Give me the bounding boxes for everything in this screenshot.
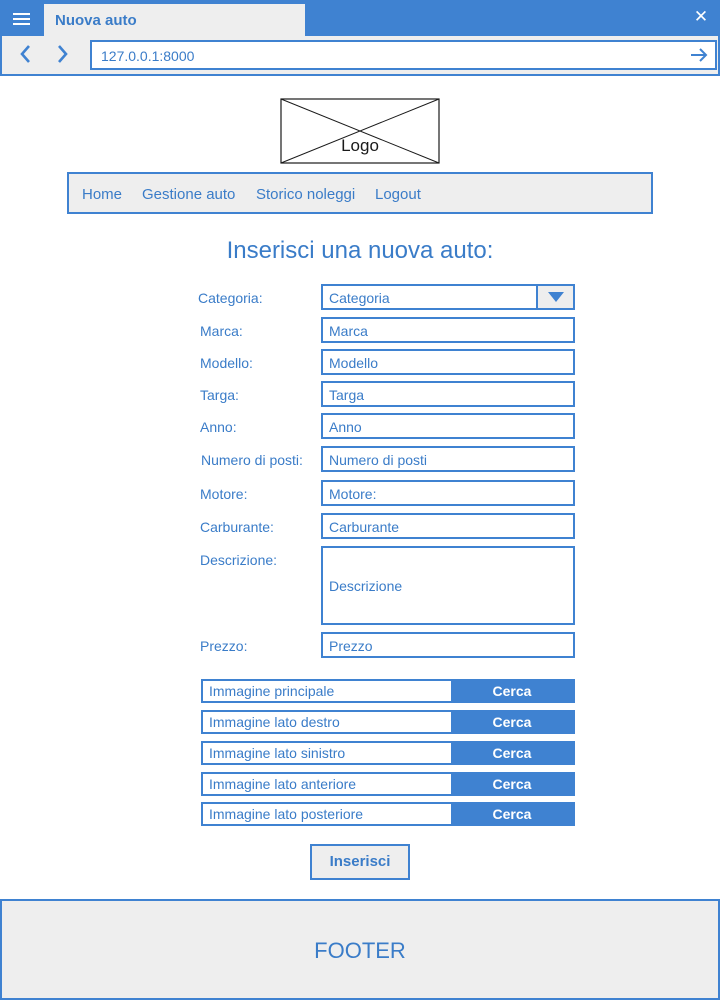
nav-item-storico-noleggi[interactable]: Storico noleggi <box>256 186 355 203</box>
label-categoria: Categoria: <box>198 290 263 306</box>
image-upload-label: Immagine lato sinistro <box>209 745 346 761</box>
browser-tab[interactable]: Nuova auto <box>44 4 305 36</box>
browser-navbar: 127.0.0.1:8000 <box>0 36 720 76</box>
image-upload-row: Immagine lato posteriore Cerca <box>201 802 575 826</box>
nav-item-gestione-auto[interactable]: Gestione auto <box>142 186 235 203</box>
marca-input[interactable]: Marca <box>321 317 575 343</box>
dropdown-arrow-icon[interactable] <box>536 286 573 308</box>
address-bar[interactable]: 127.0.0.1:8000 <box>90 40 717 70</box>
site-nav: Home Gestione auto Storico noleggi Logou… <box>67 172 653 214</box>
label-carburante: Carburante: <box>200 519 274 535</box>
logo-text: Logo <box>341 136 379 155</box>
close-icon[interactable]: ✕ <box>690 6 712 28</box>
motore-placeholder: Motore: <box>329 486 377 502</box>
logo: Logo <box>280 98 440 164</box>
label-descrizione: Descrizione: <box>200 552 278 568</box>
url-text: 127.0.0.1:8000 <box>101 48 195 64</box>
marca-placeholder: Marca <box>329 323 368 339</box>
nav-item-logout[interactable]: Logout <box>375 186 421 203</box>
go-arrow-icon[interactable] <box>689 45 709 65</box>
categoria-value: Categoria <box>329 290 390 306</box>
menu-icon[interactable] <box>8 6 36 30</box>
footer: FOOTER <box>0 899 720 1000</box>
posti-placeholder: Numero di posti <box>329 452 428 468</box>
label-marca: Marca: <box>200 323 243 339</box>
label-modello: Modello: <box>200 355 253 371</box>
posti-input[interactable]: Numero di posti <box>321 446 575 472</box>
anno-input[interactable]: Anno <box>321 413 575 439</box>
cerca-button[interactable]: Cerca <box>451 681 573 701</box>
motore-input[interactable]: Motore: <box>321 480 575 506</box>
descrizione-placeholder: Descrizione <box>329 578 403 594</box>
targa-input[interactable]: Targa <box>321 381 575 407</box>
cerca-button[interactable]: Cerca <box>451 774 573 794</box>
label-motore: Motore: <box>200 486 248 502</box>
modello-placeholder: Modello <box>329 355 379 371</box>
image-upload-row: Immagine lato destro Cerca <box>201 710 575 734</box>
label-targa: Targa: <box>200 387 239 403</box>
label-posti: Numero di posti: <box>201 452 303 468</box>
prezzo-placeholder: Prezzo <box>329 638 373 654</box>
nav-item-home[interactable]: Home <box>82 186 122 203</box>
image-upload-row: Immagine lato anteriore Cerca <box>201 772 575 796</box>
browser-titlebar: Nuova auto ✕ <box>0 0 720 36</box>
image-upload-label: Immagine principale <box>209 683 335 699</box>
targa-placeholder: Targa <box>329 387 365 403</box>
anno-placeholder: Anno <box>329 419 362 435</box>
modello-input[interactable]: Modello <box>321 349 575 375</box>
cerca-button[interactable]: Cerca <box>451 804 573 824</box>
image-upload-row: Immagine principale Cerca <box>201 679 575 703</box>
image-upload-label: Immagine lato destro <box>209 714 340 730</box>
back-icon[interactable] <box>14 42 38 66</box>
image-upload-label: Immagine lato anteriore <box>209 776 357 792</box>
descrizione-textarea[interactable]: Descrizione <box>321 546 575 625</box>
prezzo-input[interactable]: Prezzo <box>321 632 575 658</box>
inserisci-button[interactable]: Inserisci <box>310 844 410 880</box>
label-prezzo: Prezzo: <box>200 638 248 654</box>
footer-label: FOOTER <box>314 938 406 963</box>
label-anno: Anno: <box>200 419 237 435</box>
forward-icon[interactable] <box>50 42 74 66</box>
tab-title: Nuova auto <box>55 12 137 29</box>
page-title: Inserisci una nuova auto: <box>226 237 494 264</box>
cerca-button[interactable]: Cerca <box>451 743 573 763</box>
image-upload-label: Immagine lato posteriore <box>209 806 364 822</box>
categoria-select[interactable]: Categoria <box>321 284 575 310</box>
carburante-input[interactable]: Carburante <box>321 513 575 539</box>
carburante-placeholder: Carburante <box>329 519 400 535</box>
image-upload-row: Immagine lato sinistro Cerca <box>201 741 575 765</box>
cerca-button[interactable]: Cerca <box>451 712 573 732</box>
